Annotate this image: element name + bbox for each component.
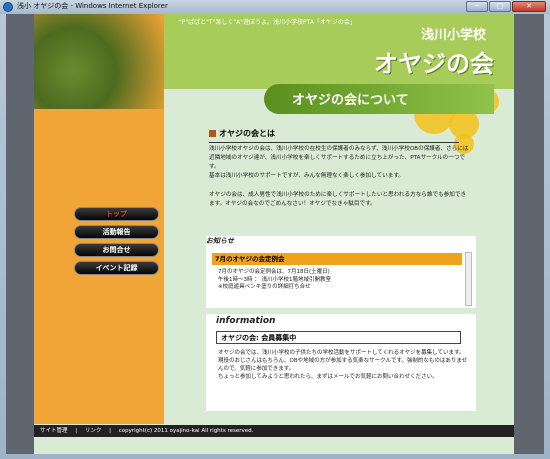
section-title: オヤジの会とは	[209, 128, 459, 143]
viewport: "P"ぱぱと"T"楽しく"A"遊ぼうよ。浅川小学校PTA「オヤジの会」 浅川小学…	[6, 14, 544, 454]
tagline: "P"ぱぱと"T"楽しく"A"遊ぼうよ。浅川小学校PTA「オヤジの会」	[179, 19, 356, 26]
web-page: "P"ぱぱと"T"楽しく"A"遊ぼうよ。浅川小学校PTA「オヤジの会」 浅川小学…	[34, 14, 514, 454]
info-recruit-title: オヤジの会: 会員募集中	[216, 331, 461, 344]
square-bullet-icon	[209, 130, 216, 137]
news-scrollbar[interactable]	[465, 252, 472, 306]
news-body: 7月のオヤジの会定例会は、7月18日(土曜日) 午後1時〜3時 ： 浅川小学校1…	[218, 269, 331, 290]
browser-window: 浅小 オヤジの会 - Windows Internet Explorer ─ □…	[0, 0, 550, 459]
site-admin-link[interactable]: サイト管理	[40, 428, 68, 434]
intro-paragraph: 浅川小学校オヤジの会は、浅川小学校の在校生の保護者のみならず、浅川小学校OBの保…	[209, 146, 469, 170]
copyright: copyright(c) 2011 oyajino-kai All rights…	[118, 428, 254, 434]
nav-contact-button[interactable]: お問合せ	[74, 243, 159, 257]
news-heading: お知らせ	[206, 237, 234, 245]
close-button[interactable]: ✕	[512, 1, 546, 12]
links-link[interactable]: リンク	[85, 428, 102, 434]
about-banner: オヤジの会について	[264, 84, 494, 114]
ie-icon	[3, 2, 13, 12]
intro-paragraph: オヤジの会は、成人男性で浅川小学校のために楽しくサポートしたいと思われる方なら誰…	[209, 192, 467, 207]
info-body: オヤジの会では、浅川小学校の子供たちの学校活動をサポートしてくれるオヤジを募集し…	[218, 350, 468, 380]
nav-activity-button[interactable]: 活動報告	[74, 225, 159, 239]
info-panel: information オヤジの会: 会員募集中 オヤジの会では、浅川小学校の子…	[206, 314, 476, 411]
footer: サイト管理 | リンク | copyright(c) 2011 oyajino-…	[34, 425, 514, 437]
club-logo: オヤジの会	[374, 50, 494, 78]
fathers-photo	[34, 14, 164, 109]
news-item-title: 7月のオヤジの会定例会	[212, 253, 462, 265]
news-panel: お知らせ 7月のオヤジの会定例会 7月のオヤジの会定例会は、7月18日(土曜日)…	[206, 236, 476, 308]
minimize-button[interactable]: ─	[466, 1, 488, 12]
info-heading: information	[216, 316, 276, 326]
window-title: 浅小 オヤジの会 - Windows Internet Explorer	[17, 2, 168, 10]
footer-separator: |	[75, 428, 78, 434]
side-nav: トップ 活動報告 お問合せ イベント記録	[74, 207, 159, 279]
school-name: 浅川小学校	[420, 28, 486, 43]
maximize-button[interactable]: □	[489, 1, 511, 12]
nav-top-button[interactable]: トップ	[74, 207, 159, 221]
footer-separator: |	[109, 428, 111, 434]
about-title: オヤジの会について	[292, 93, 409, 108]
nav-event-button[interactable]: イベント記録	[74, 261, 159, 275]
intro-paragraph: 基本は浅川小学校のサポートですが、みんな無理なく楽しく参加しています。	[209, 173, 404, 179]
title-bar: 浅小 オヤジの会 - Windows Internet Explorer ─ □…	[0, 0, 550, 14]
